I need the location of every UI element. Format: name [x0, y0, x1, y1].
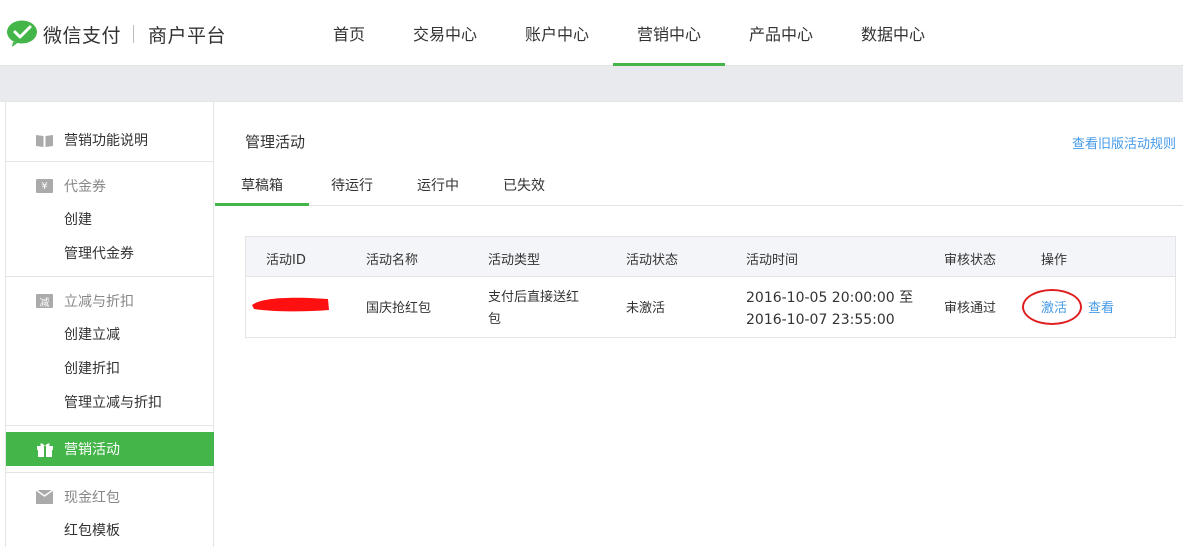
book-icon — [36, 133, 53, 147]
redacted-id-mark — [252, 297, 329, 312]
column-header-name: 活动名称 — [366, 253, 419, 268]
activity-time-start: 2016-10-05 20:00:00 至 — [746, 290, 914, 306]
sidebar-group-label: 现金红包 — [64, 490, 120, 506]
sidebar-group-cash-red-packet[interactable]: 现金红包 — [6, 480, 214, 514]
sidebar-item-marketing-activity[interactable]: 营销活动 — [6, 432, 214, 466]
column-header-action: 操作 — [1041, 253, 1068, 268]
column-header-status: 活动状态 — [626, 253, 679, 268]
sidebar-divider — [6, 276, 214, 277]
sidebar-item-manage-coupon[interactable]: 管理代金券 — [6, 237, 214, 271]
activity-table: 活动ID 活动名称 活动类型 活动状态 活动时间 审核状态 操作 国庆抢红包 支… — [245, 236, 1176, 338]
column-header-time: 活动时间 — [746, 253, 799, 268]
envelope-icon — [36, 490, 53, 504]
sidebar-item-label: 营销活动 — [64, 442, 120, 458]
nav-trade-center[interactable]: 交易中心 — [404, 0, 486, 66]
top-header: 微信支付 商户平台 首页 交易中心 账户中心 营销中心 产品中心 数据中心 — [0, 0, 1183, 66]
activity-type-line2: 包 — [488, 312, 502, 327]
sidebar-divider — [6, 472, 214, 473]
tab-running[interactable]: 运行中 — [398, 175, 478, 206]
sidebar-group-label: 代金券 — [64, 179, 106, 195]
tab-expired[interactable]: 已失效 — [484, 175, 564, 206]
yen-icon: ¥ — [36, 179, 53, 193]
sidebar-group-coupon[interactable]: ¥ 代金券 — [6, 169, 214, 203]
tab-drafts[interactable]: 草稿箱 — [215, 175, 309, 206]
sidebar-item-create-coupon[interactable]: 创建 — [6, 203, 214, 237]
nav-account-center[interactable]: 账户中心 — [516, 0, 598, 66]
brand-name: 微信支付 — [43, 24, 122, 47]
nav-marketing-center[interactable]: 营销中心 — [613, 0, 725, 66]
sidebar-divider — [6, 161, 214, 162]
view-link[interactable]: 查看 — [1088, 298, 1114, 320]
sidebar-item-create-discount[interactable]: 创建折扣 — [6, 352, 214, 386]
discount-icon: 减 — [36, 294, 53, 309]
sidebar: 营销功能说明 ¥ 代金券 创建 管理代金券 减 立减与折扣 创建立减 创建折扣 … — [6, 102, 214, 547]
sidebar-divider — [6, 425, 214, 426]
table-header: 活动ID 活动名称 活动类型 活动状态 活动时间 审核状态 操作 — [246, 237, 1175, 277]
activity-time-end: 2016-10-07 23:55:00 — [746, 312, 895, 328]
wechat-logo-icon — [7, 20, 37, 47]
activity-type-line1: 支付后直接送红 — [488, 290, 580, 305]
activate-link[interactable]: 激活 — [1041, 298, 1067, 320]
sidebar-item-manage-discount[interactable]: 管理立减与折扣 — [6, 386, 214, 420]
tab-pending[interactable]: 待运行 — [312, 175, 392, 206]
activity-name: 国庆抢红包 — [366, 301, 432, 316]
gift-icon — [36, 442, 53, 457]
page-title: 管理活动 — [245, 133, 306, 151]
sidebar-group-discount[interactable]: 减 立减与折扣 — [6, 284, 214, 318]
column-header-review: 审核状态 — [944, 253, 997, 268]
column-header-id: 活动ID — [266, 253, 306, 268]
wechat-pay-logo[interactable]: 微信支付 商户平台 — [6, 20, 226, 48]
sidebar-item-red-packet-template[interactable]: 红包模板 — [6, 514, 214, 547]
sidebar-item-create-reduction[interactable]: 创建立减 — [6, 318, 214, 352]
old-rules-link[interactable]: 查看旧版活动规则 — [1072, 133, 1176, 152]
sidebar-item-label: 营销功能说明 — [64, 133, 148, 149]
sidebar-group-label: 立减与折扣 — [64, 294, 134, 310]
nav-home[interactable]: 首页 — [318, 0, 380, 66]
brand-subtitle: 商户平台 — [148, 24, 227, 47]
brand-divider — [133, 25, 135, 43]
activity-status: 未激活 — [626, 301, 666, 316]
column-header-type: 活动类型 — [488, 253, 541, 268]
review-status: 审核通过 — [944, 301, 997, 316]
nav-product-center[interactable]: 产品中心 — [740, 0, 822, 66]
sidebar-item-marketing-guide[interactable]: 营销功能说明 — [6, 123, 214, 157]
nav-data-center[interactable]: 数据中心 — [852, 0, 934, 66]
header-band — [0, 66, 1183, 102]
